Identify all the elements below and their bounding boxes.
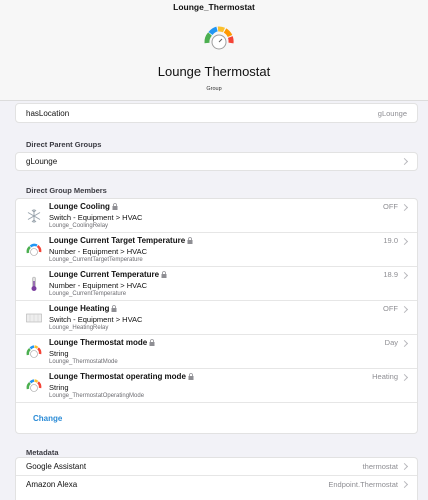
member-item-name: Lounge_ThermostatMode — [49, 359, 118, 365]
snowflake-icon — [27, 209, 41, 223]
member-type: Number - Equipment > HVAC — [49, 247, 148, 256]
group-members-card: Lounge Cooling Switch - Equipment > HVAC… — [15, 198, 418, 434]
member-item-name: Lounge_CurrentTemperature — [49, 291, 127, 297]
member-name: Lounge Heating — [49, 304, 117, 313]
member-row-lounge-cooling[interactable]: Lounge Cooling Switch - Equipment > HVAC… — [16, 199, 417, 233]
gauge-icon — [26, 345, 42, 358]
lock-icon — [187, 237, 193, 244]
metadata-row-amazon-alexa[interactable]: Amazon Alexa Endpoint.Thermostat — [16, 476, 417, 494]
change-members-button[interactable]: Change — [33, 414, 62, 423]
lock-icon — [161, 271, 167, 278]
location-row[interactable]: hasLocation gLounge — [16, 104, 417, 122]
chevron-right-icon — [400, 271, 409, 280]
lock-icon — [188, 373, 194, 380]
chevron-right-icon — [400, 157, 409, 166]
member-type: String — [49, 383, 69, 392]
member-row-thermostat-mode[interactable]: Lounge Thermostat mode String Lounge_The… — [16, 335, 417, 369]
change-row: Change — [16, 403, 417, 436]
page-header: Lounge_Thermostat Lounge Thermostat Grou… — [0, 0, 428, 101]
radiator-icon — [26, 313, 42, 323]
page-title: Lounge Thermostat — [157, 64, 271, 79]
chevron-right-icon — [400, 203, 409, 212]
metadata-label: Google Assistant — [26, 462, 87, 471]
chevron-right-icon — [400, 480, 409, 489]
chevron-right-icon — [400, 462, 409, 471]
metadata-label: Amazon Alexa — [26, 480, 78, 489]
gauge-icon — [26, 243, 42, 256]
member-name: Lounge Current Temperature — [49, 270, 167, 279]
metadata-value: thermostat — [362, 462, 398, 471]
thermometer-icon — [31, 276, 37, 291]
member-item-name: Lounge_HeatingRelay — [49, 325, 109, 331]
parent-group-label: gLounge — [26, 157, 58, 166]
location-card: hasLocation gLounge — [15, 103, 418, 123]
chevron-right-icon — [400, 373, 409, 382]
chevron-right-icon — [400, 305, 409, 314]
chevron-right-icon — [400, 339, 409, 348]
member-name: Lounge Cooling — [49, 202, 118, 211]
member-row-current-temperature[interactable]: Lounge Current Temperature Number - Equi… — [16, 267, 417, 301]
member-row-thermostat-operating-mode[interactable]: Lounge Thermostat operating mode String … — [16, 369, 417, 403]
member-row-target-temperature[interactable]: Lounge Current Target Temperature Number… — [16, 233, 417, 267]
window-title: Lounge_Thermostat — [173, 2, 255, 12]
thermostat-gauge-icon — [204, 26, 234, 50]
lock-icon — [112, 203, 118, 210]
group-members-title: Direct Group Members — [26, 186, 107, 195]
member-state: Day — [384, 338, 398, 347]
member-item-name: Lounge_CoolingRelay — [49, 223, 109, 229]
metadata-row-google-assistant[interactable]: Google Assistant thermostat — [16, 458, 417, 476]
parent-group-row[interactable]: gLounge — [16, 153, 417, 170]
chevron-right-icon — [400, 237, 409, 246]
metadata-title: Metadata — [26, 448, 59, 457]
member-type: Switch - Equipment > HVAC — [49, 213, 143, 222]
member-state: 18.9 — [383, 270, 398, 279]
gauge-icon — [26, 379, 42, 392]
page-subtitle: Group — [206, 86, 222, 92]
lock-icon — [111, 305, 117, 312]
location-value: gLounge — [377, 109, 407, 118]
metadata-value: Endpoint.Thermostat — [328, 480, 398, 489]
member-state: OFF — [383, 202, 398, 211]
member-name: Lounge Current Target Temperature — [49, 236, 193, 245]
member-item-name: Lounge_CurrentTargetTemperature — [49, 257, 143, 263]
member-type: String — [49, 349, 69, 358]
location-label: hasLocation — [26, 109, 70, 118]
parent-groups-card: gLounge — [15, 152, 418, 171]
member-state: OFF — [383, 304, 398, 313]
parent-groups-title: Direct Parent Groups — [26, 140, 102, 149]
member-type: Switch - Equipment > HVAC — [49, 315, 143, 324]
member-item-name: Lounge_ThermostatOperatingMode — [49, 393, 145, 399]
member-row-lounge-heating[interactable]: Lounge Heating Switch - Equipment > HVAC… — [16, 301, 417, 335]
metadata-card: Google Assistant thermostat Amazon Alexa… — [15, 457, 418, 500]
member-type: Number - Equipment > HVAC — [49, 281, 148, 290]
lock-icon — [149, 339, 155, 346]
member-name: Lounge Thermostat mode — [49, 338, 155, 347]
member-state: 19.0 — [383, 236, 398, 245]
member-state: Heating — [372, 372, 398, 381]
member-name: Lounge Thermostat operating mode — [49, 372, 194, 381]
